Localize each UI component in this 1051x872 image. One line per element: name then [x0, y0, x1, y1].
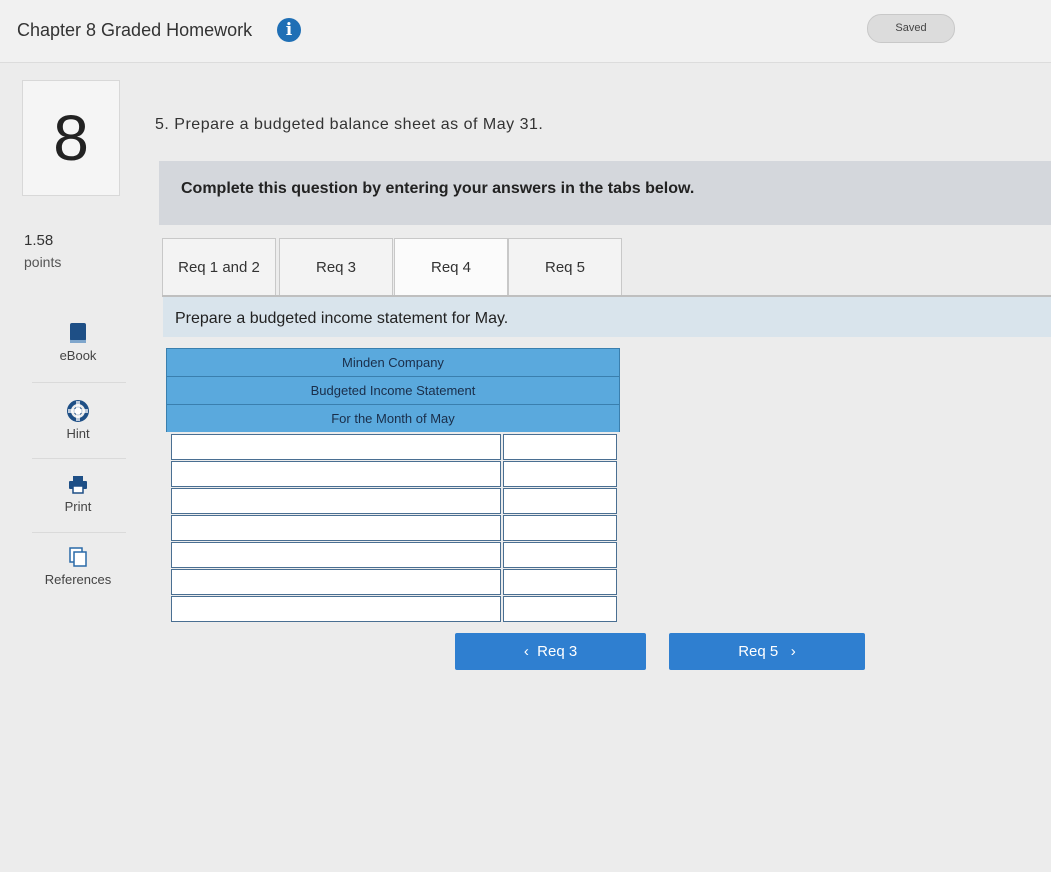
- table-row: [166, 569, 620, 596]
- info-icon[interactable]: i: [277, 18, 301, 42]
- tab-req-1-and-2[interactable]: Req 1 and 2: [162, 238, 276, 297]
- next-req-label: Req 5: [738, 643, 779, 660]
- amount-input[interactable]: [503, 542, 617, 568]
- table-row: [166, 461, 620, 488]
- account-dropdown[interactable]: [171, 596, 501, 622]
- amount-input[interactable]: [503, 515, 617, 541]
- statement-title: Budgeted Income Statement: [166, 376, 620, 404]
- requirement-instruction-bar: Prepare a budgeted income statement for …: [163, 297, 1051, 337]
- tool-divider: [32, 382, 126, 383]
- print-button[interactable]: Print: [32, 475, 124, 514]
- printer-icon: [69, 476, 87, 494]
- income-statement-table: Minden Company Budgeted Income Statement…: [166, 348, 620, 623]
- points-label: points: [24, 254, 62, 270]
- table-row: [166, 434, 620, 461]
- prev-req-button[interactable]: ‹ Req 3: [455, 633, 646, 670]
- table-row: [166, 542, 620, 569]
- instruction-text: Complete this question by entering your …: [181, 180, 695, 197]
- hint-label: Hint: [66, 426, 90, 441]
- print-label: Print: [64, 499, 92, 514]
- account-dropdown[interactable]: [171, 461, 501, 487]
- statement-period: For the Month of May: [166, 404, 620, 432]
- amount-input[interactable]: [503, 596, 617, 622]
- chevron-left-icon: ‹: [523, 643, 529, 660]
- account-dropdown[interactable]: [171, 569, 501, 595]
- instruction-banner: Complete this question by entering your …: [159, 161, 1051, 225]
- amount-input[interactable]: [503, 434, 617, 460]
- account-dropdown[interactable]: [171, 515, 501, 541]
- account-dropdown[interactable]: [171, 542, 501, 568]
- requirement-instruction: Prepare a budgeted income statement for …: [175, 310, 509, 327]
- table-row: [166, 596, 620, 623]
- saved-status-badge: Saved: [867, 14, 955, 43]
- prev-req-label: Req 3: [537, 643, 578, 660]
- points-value: 1.58: [24, 232, 54, 249]
- hint-button[interactable]: Hint: [32, 400, 124, 441]
- tool-divider: [32, 532, 126, 533]
- references-button[interactable]: References: [32, 546, 124, 587]
- next-req-button[interactable]: Req 5 ›: [669, 633, 865, 670]
- question-number: 8: [22, 80, 120, 196]
- amount-input[interactable]: [503, 461, 617, 487]
- company-name: Minden Company: [166, 348, 620, 376]
- ebook-button[interactable]: eBook: [32, 322, 124, 363]
- question-prompt: 5. Prepare a budgeted balance sheet as o…: [155, 116, 544, 133]
- book-icon: [70, 323, 86, 343]
- chevron-right-icon: ›: [790, 643, 796, 660]
- top-bar: Chapter 8 Graded Homework i Saved: [0, 0, 1051, 63]
- ebook-label: eBook: [59, 348, 97, 363]
- table-row: [166, 515, 620, 542]
- tab-req-4[interactable]: Req 4: [394, 238, 508, 298]
- documents-icon: [69, 547, 87, 567]
- amount-input[interactable]: [503, 569, 617, 595]
- tab-req-3[interactable]: Req 3: [279, 238, 393, 297]
- account-dropdown[interactable]: [171, 488, 501, 514]
- account-dropdown[interactable]: [171, 434, 501, 460]
- lifebuoy-icon: [67, 400, 89, 422]
- table-row: [166, 488, 620, 515]
- assignment-title: Chapter 8 Graded Homework: [17, 20, 253, 40]
- references-label: References: [44, 572, 112, 587]
- tab-req-5[interactable]: Req 5: [508, 238, 622, 297]
- amount-input[interactable]: [503, 488, 617, 514]
- tool-divider: [32, 458, 126, 459]
